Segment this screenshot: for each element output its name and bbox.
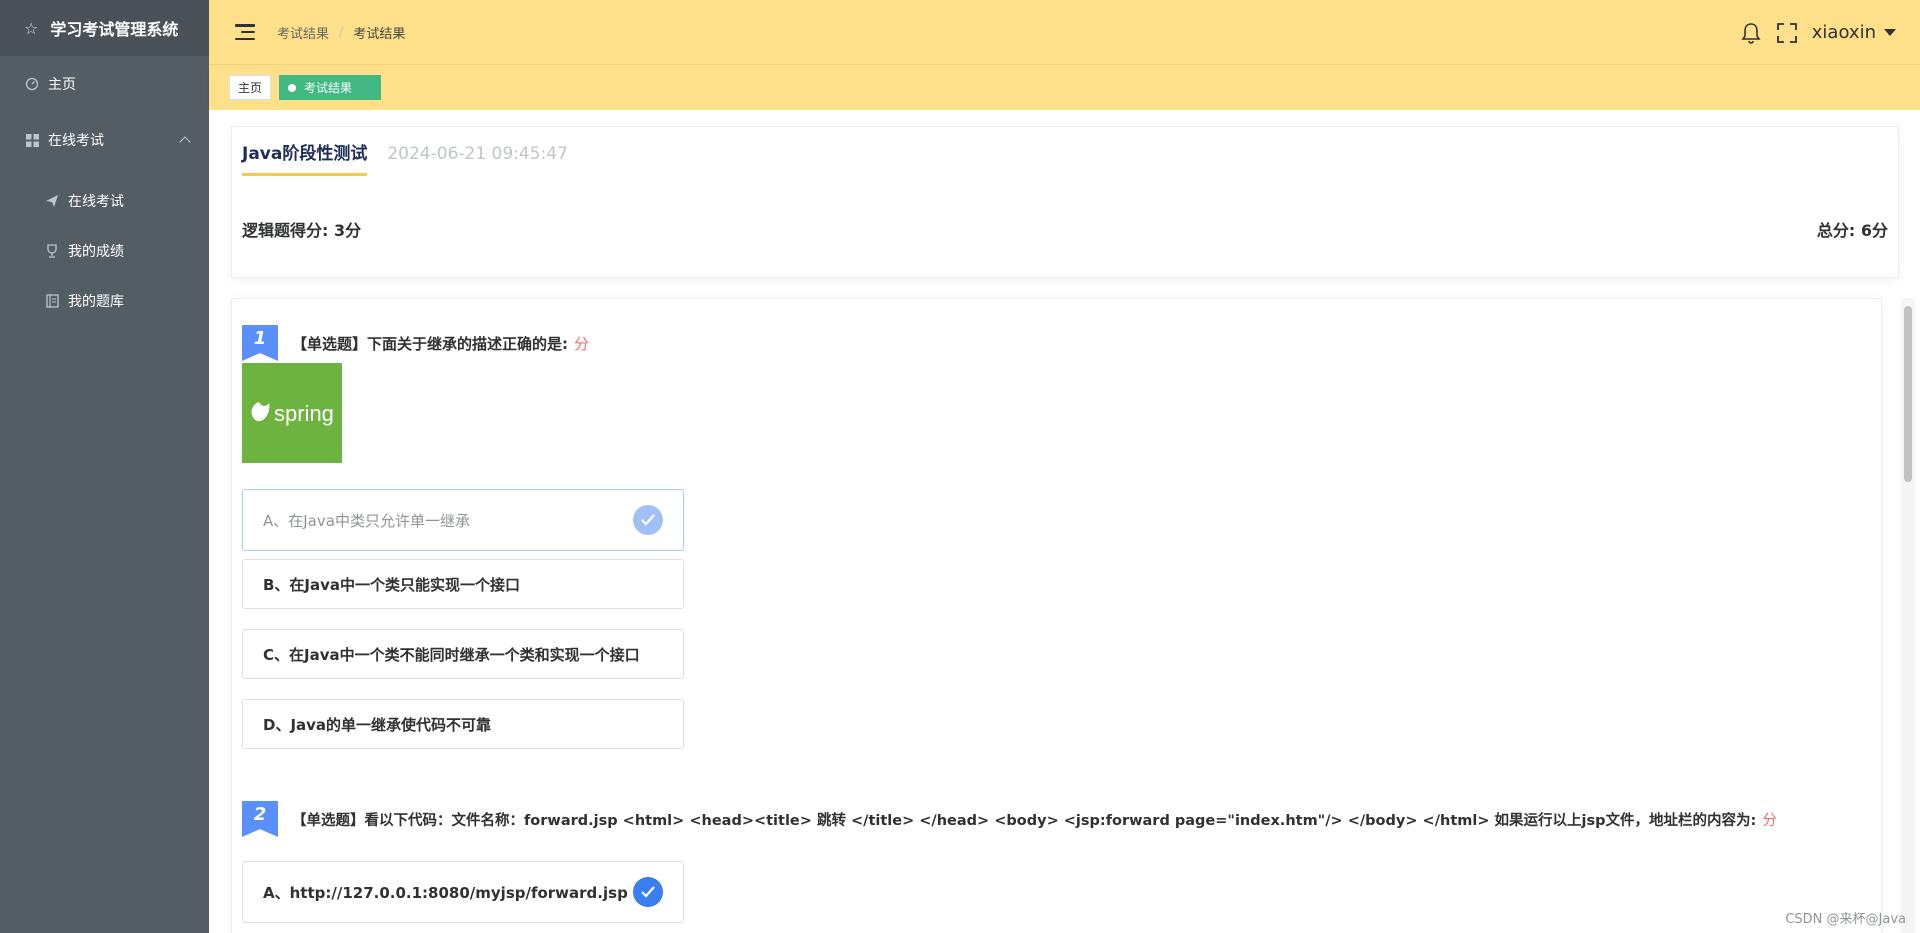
main-content: Java阶段性测试 2024-06-21 09:45:47 逻辑题得分: 3分 … xyxy=(209,110,1920,933)
sidebar-item-label: 在线考试 xyxy=(68,194,124,210)
paper-plane-icon xyxy=(44,193,60,209)
caret-down-icon xyxy=(1884,29,1896,36)
breadcrumb: 考试结果 / 考试结果 xyxy=(277,23,405,42)
app-brand: ☆ 学习考试管理系统 xyxy=(0,0,209,56)
question-1: 1 【单选题】下面关于继承的描述正确的是: 分 spring A、在Java中类只… xyxy=(242,325,1842,785)
user-menu[interactable]: xiaoxin xyxy=(1812,22,1896,43)
tags-view: 主页 考试结果 xyxy=(209,65,1920,110)
exam-time: 2024-06-21 09:45:47 xyxy=(387,144,568,164)
sidebar-group-online-exam[interactable]: 在线考试 xyxy=(0,112,209,168)
question-image: spring xyxy=(242,363,342,463)
spring-logo-icon: spring xyxy=(251,401,334,426)
active-dot-icon xyxy=(288,83,297,92)
option-b[interactable]: B、在Java中一个类只能实现一个接口 xyxy=(242,559,684,609)
vertical-scrollbar[interactable] xyxy=(1901,298,1915,933)
question-number-badge: 1 xyxy=(242,325,278,361)
exam-summary-card: Java阶段性测试 2024-06-21 09:45:47 逻辑题得分: 3分 … xyxy=(231,126,1899,278)
sidebar-item-online-exam[interactable]: 在线考试 xyxy=(0,176,209,226)
sidebar-item-home[interactable]: 主页 xyxy=(0,56,209,112)
hamburger-menu-icon[interactable] xyxy=(235,24,255,40)
star-icon: ☆ xyxy=(24,18,39,38)
trophy-icon xyxy=(44,243,60,259)
spring-logo-text: spring xyxy=(274,401,334,426)
option-c[interactable]: C、在Java中一个类不能同时继承一个类和实现一个接口 xyxy=(242,629,684,679)
option-label: D、Java的单一继承使代码不可靠 xyxy=(263,715,492,734)
check-icon xyxy=(633,877,663,907)
option-d[interactable]: D、Java的单一继承使代码不可靠 xyxy=(242,699,684,749)
sidebar-group-label: 在线考试 xyxy=(48,133,104,149)
breadcrumb-item[interactable]: 考试结果 xyxy=(277,23,329,42)
sidebar-item-label: 主页 xyxy=(48,77,76,93)
sidebar: ☆ 学习考试管理系统 主页 在线考试 在线考试 我的成绩 我的题库 xyxy=(0,0,209,933)
sidebar-item-label: 我的成绩 xyxy=(68,244,124,260)
breadcrumb-item-current: 考试结果 xyxy=(353,26,406,42)
option-label: A、在Java中类只允许单一继承 xyxy=(263,511,470,530)
dashboard-icon xyxy=(24,76,40,92)
question-stem: 【单选题】下面关于继承的描述正确的是: xyxy=(292,335,569,353)
tag-home[interactable]: 主页 xyxy=(229,75,272,100)
top-header: 考试结果 / 考试结果 xiaoxin xyxy=(209,0,1920,65)
total-score: 总分: 6分 xyxy=(1816,221,1888,240)
questions-card: 1 【单选题】下面关于继承的描述正确的是: 分 spring A、在Java中类只… xyxy=(231,298,1882,933)
tag-exam-result[interactable]: 考试结果 xyxy=(279,75,382,100)
sidebar-item-label: 我的题库 xyxy=(68,294,124,310)
chevron-up-icon xyxy=(179,136,191,148)
sidebar-item-my-scores[interactable]: 我的成绩 xyxy=(0,226,209,276)
tag-label: 考试结果 xyxy=(304,81,353,95)
notebook-icon xyxy=(44,293,60,309)
username: xiaoxin xyxy=(1811,22,1876,43)
option-a[interactable]: A、在Java中类只允许单一继承 xyxy=(242,489,684,551)
option-label: B、在Java中一个类只能实现一个接口 xyxy=(263,575,521,594)
question-text: 【单选题】下面关于继承的描述正确的是: 分 xyxy=(292,333,589,354)
question-score: 分 xyxy=(1762,813,1777,829)
watermark: CSDN @来杯@Java xyxy=(1785,912,1906,927)
question-stem: 【单选题】看以下代码：文件名称：forward.jsp <html> <head… xyxy=(292,813,1757,829)
exam-title-tab[interactable]: Java阶段性测试 xyxy=(242,139,368,176)
fullscreen-icon[interactable] xyxy=(1776,22,1798,44)
breadcrumb-separator: / xyxy=(339,24,344,40)
question-2: 2 【单选题】看以下代码：文件名称：forward.jsp <html> <he… xyxy=(242,801,1862,933)
sidebar-item-my-question-bank[interactable]: 我的题库 xyxy=(0,276,209,326)
question-score: 分 xyxy=(574,335,590,353)
scrollbar-thumb[interactable] xyxy=(1904,306,1912,482)
check-icon xyxy=(633,505,663,535)
option-label: A、http://127.0.0.1:8080/myjsp/forward.js… xyxy=(263,883,628,902)
logic-score: 逻辑题得分: 3分 xyxy=(242,221,362,240)
grid-icon xyxy=(24,132,40,148)
option-a[interactable]: A、http://127.0.0.1:8080/myjsp/forward.js… xyxy=(242,861,684,923)
app-title: 学习考试管理系统 xyxy=(50,20,179,39)
question-text: 【单选题】看以下代码：文件名称：forward.jsp <html> <head… xyxy=(292,809,1777,830)
question-number-badge: 2 xyxy=(242,801,278,837)
option-label: C、在Java中一个类不能同时继承一个类和实现一个接口 xyxy=(263,645,640,664)
bell-icon[interactable] xyxy=(1740,22,1762,44)
